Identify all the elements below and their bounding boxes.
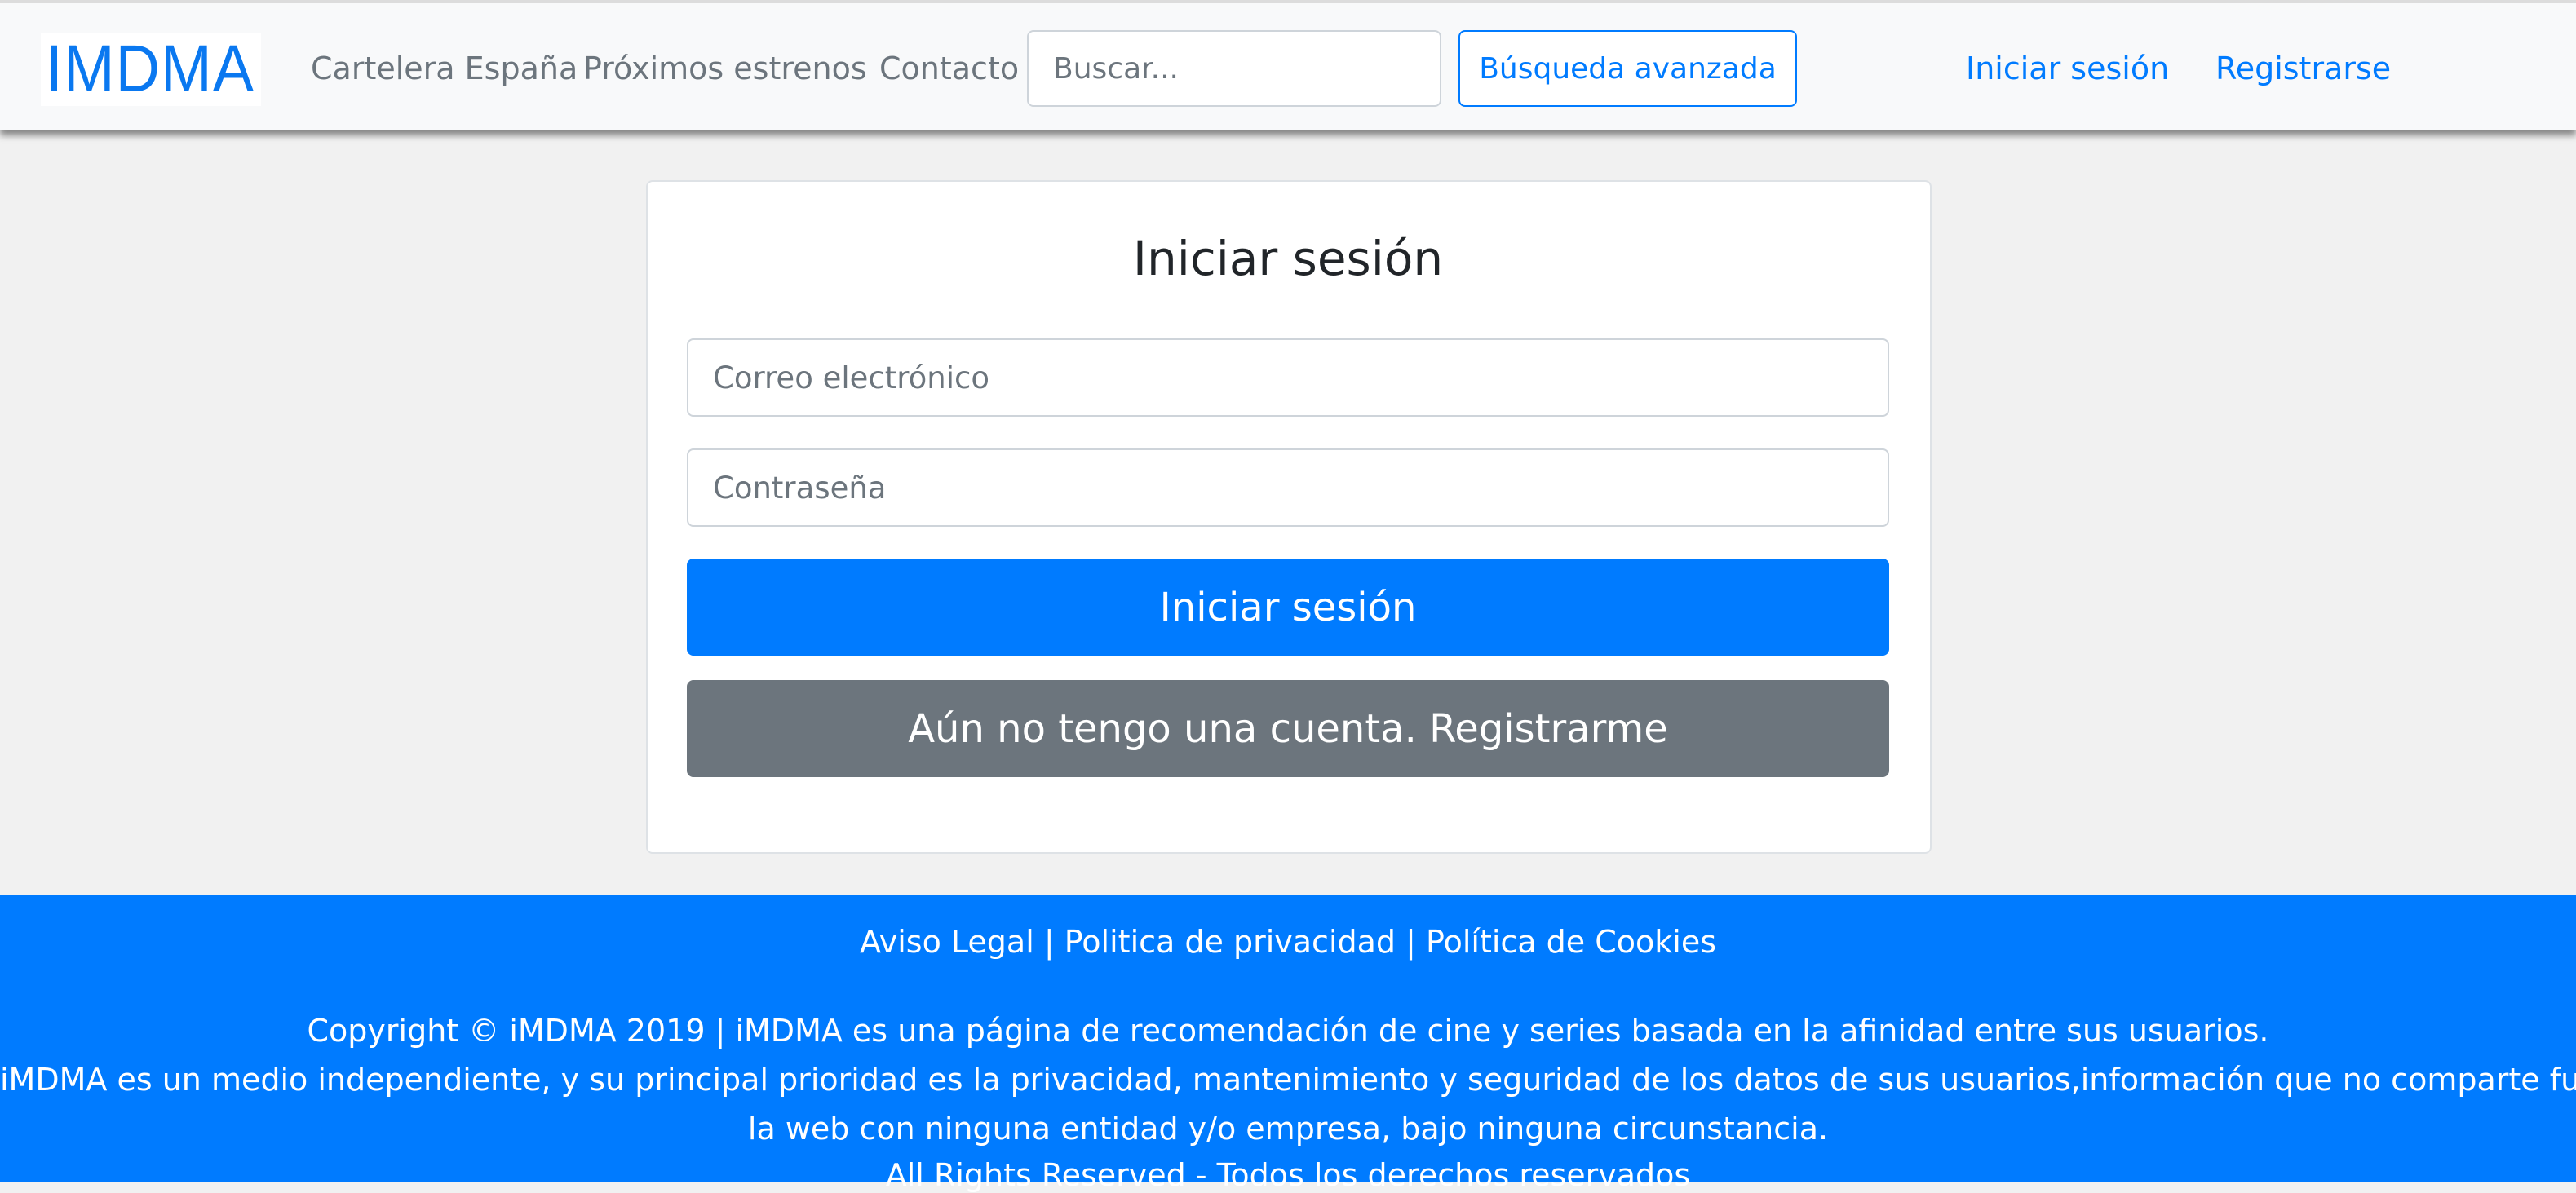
email-field[interactable]: [687, 338, 1889, 417]
footer-link-cookies[interactable]: Política de Cookies: [1426, 924, 1716, 960]
search-input[interactable]: [1027, 30, 1441, 107]
login-title: Iniciar sesión: [1132, 231, 1444, 286]
nav-link-contacto[interactable]: Contacto: [879, 51, 1019, 86]
login-submit-label: Iniciar sesión: [1159, 584, 1417, 630]
advanced-search-label: Búsqueda avanzada: [1479, 51, 1777, 86]
footer-rights: All Rights Reserved - Todos los derechos…: [885, 1157, 1691, 1193]
footer-link-aviso-legal[interactable]: Aviso Legal: [860, 924, 1034, 960]
go-to-register-button[interactable]: Aún no tengo una cuenta. Registrarme: [687, 680, 1889, 777]
password-field[interactable]: [687, 448, 1889, 527]
nav-login-link[interactable]: Iniciar sesión: [1966, 51, 2169, 86]
nav-register-link[interactable]: Registrarse: [2215, 51, 2391, 86]
footer-description-line-1: iMDMA es un medio independiente, y su pr…: [0, 1062, 2576, 1098]
footer-legal-links: Aviso Legal | Politica de privacidad | P…: [0, 924, 2576, 960]
site-footer: Aviso Legal | Politica de privacidad | P…: [0, 895, 2576, 1193]
nav-link-cartelera[interactable]: Cartelera España: [311, 51, 578, 86]
footer-link-privacidad[interactable]: Politica de privacidad: [1064, 924, 1396, 960]
logo-text: IMDMA: [46, 32, 255, 106]
site-logo[interactable]: IMDMA: [41, 33, 261, 106]
footer-separator: |: [1405, 924, 1427, 960]
go-to-register-label: Aún no tengo una cuenta. Registrarme: [908, 705, 1668, 752]
advanced-search-button[interactable]: Búsqueda avanzada: [1458, 30, 1797, 107]
login-submit-button[interactable]: Iniciar sesión: [687, 559, 1889, 656]
footer-separator: |: [1043, 924, 1064, 960]
nav-link-proximos-estrenos[interactable]: Próximos estrenos: [583, 51, 867, 86]
footer-copyright: Copyright © iMDMA 2019 | iMDMA es una pá…: [307, 1013, 2269, 1049]
footer-description-line-2: la web con ninguna entidad y/o empresa, …: [747, 1111, 1829, 1147]
top-navbar: IMDMA Cartelera España Próximos estrenos…: [0, 0, 2576, 130]
